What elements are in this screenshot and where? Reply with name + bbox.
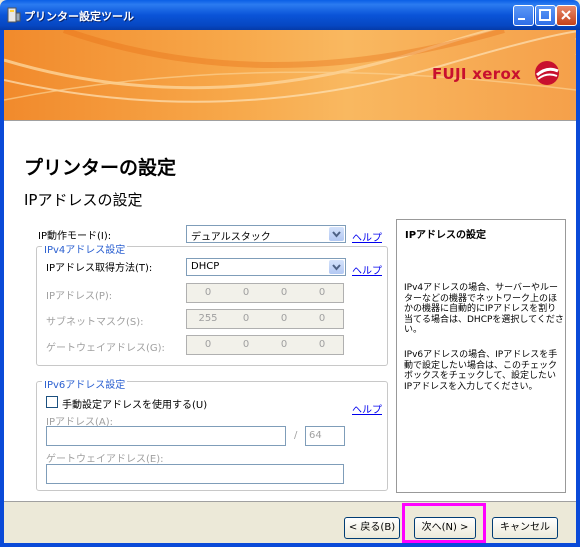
subnet-mask-octet: 0 [318, 313, 326, 324]
page-subtitle: IPアドレスの設定 [24, 191, 143, 209]
ip-method-select[interactable]: DHCP [186, 258, 346, 276]
minimize-button[interactable] [513, 5, 534, 26]
ipv6-prefix-input[interactable]: 64 [305, 426, 345, 446]
printer-app-icon [7, 7, 21, 23]
help-panel-paragraph-ipv4: IPv4アドレスの場合、サーバーやルーターなどの機器でネットワーク上のほかの機器… [404, 283, 564, 335]
window-frame-bottom [0, 543, 580, 547]
subnet-mask-octet: 0 [280, 313, 288, 324]
fuji-xerox-logo-text: FUJI xerox [432, 65, 522, 83]
ipv6-gateway-input[interactable] [46, 464, 344, 484]
ipv6-prefix-separator: / [294, 430, 298, 441]
ipv4-address-octet: 0 [280, 287, 288, 298]
ipv4-gateway-octet: 0 [318, 339, 326, 350]
next-button-highlight [402, 503, 486, 543]
page-title: プリンターの設定 [24, 157, 177, 179]
ipv4-address-octet: 0 [242, 287, 250, 298]
fuji-xerox-logo-icon [535, 61, 559, 85]
maximize-button[interactable] [535, 5, 556, 26]
ip-method-label: IPアドレス取得方法(T): [46, 263, 153, 274]
manual-address-checkbox[interactable] [46, 396, 58, 408]
subnet-mask-octet: 0 [242, 313, 250, 324]
minimize-icon [518, 18, 525, 20]
chevron-down-icon [329, 227, 344, 241]
ip-mode-select[interactable]: デュアルスタック [186, 225, 346, 243]
ipv4-address-octet: 0 [318, 287, 326, 298]
ip-mode-label: IP動作モード(I): [38, 231, 112, 242]
ipv6-prefix-value: 64 [309, 430, 322, 441]
ipv4-group-legend: IPv4アドレス設定 [42, 241, 128, 256]
ipv6-address-input[interactable] [46, 426, 286, 446]
ipv4-gateway-octet: 0 [280, 339, 288, 350]
subnet-mask-input[interactable]: 255 0 0 0 [186, 309, 344, 329]
subnet-mask-label: サブネットマスク(S): [46, 317, 144, 328]
back-button[interactable]: < 戻る(B) [344, 517, 400, 539]
ipv6-group-legend: IPv6アドレス設定 [42, 376, 128, 391]
ipv4-gateway-input[interactable]: 0 0 0 0 [186, 335, 344, 355]
ipv4-address-octet: 0 [204, 287, 212, 298]
ipv4-address-input[interactable]: 0 0 0 0 [186, 283, 344, 303]
ipv4-gateway-octet: 0 [204, 339, 212, 350]
ipv4-gateway-label: ゲートウェイアドレス(G): [46, 343, 165, 354]
subnet-mask-octet: 255 [198, 313, 218, 324]
ip-method-value: DHCP [191, 261, 220, 272]
ipv6-gateway-label: ゲートウェイアドレス(E): [46, 454, 164, 465]
ipv4-gateway-octet: 0 [242, 339, 250, 350]
ip-mode-value: デュアルスタック [191, 232, 271, 243]
ipv6-help-link[interactable]: ヘルプ [352, 401, 382, 416]
cancel-button[interactable]: キャンセル [492, 517, 558, 539]
footer-divider [4, 501, 576, 502]
help-panel-paragraph-ipv6: IPv6アドレスの場合、IPアドレスを手動で設定したい場合は、このチェックボック… [404, 350, 558, 392]
close-icon [561, 10, 571, 20]
manual-address-checkbox-label[interactable]: 手動設定アドレスを使用する(U) [62, 396, 207, 411]
maximize-icon [539, 9, 551, 21]
ip-method-help-link[interactable]: ヘルプ [352, 262, 382, 277]
ip-mode-help-link[interactable]: ヘルプ [352, 229, 382, 244]
chevron-down-icon [329, 260, 344, 274]
close-button[interactable] [556, 5, 577, 26]
ipv4-address-label: IPアドレス(P): [46, 291, 113, 302]
help-panel-title: IPアドレスの設定 [405, 230, 487, 241]
window-frame-right [576, 30, 580, 547]
window-title: プリンター設定ツール [24, 10, 134, 23]
